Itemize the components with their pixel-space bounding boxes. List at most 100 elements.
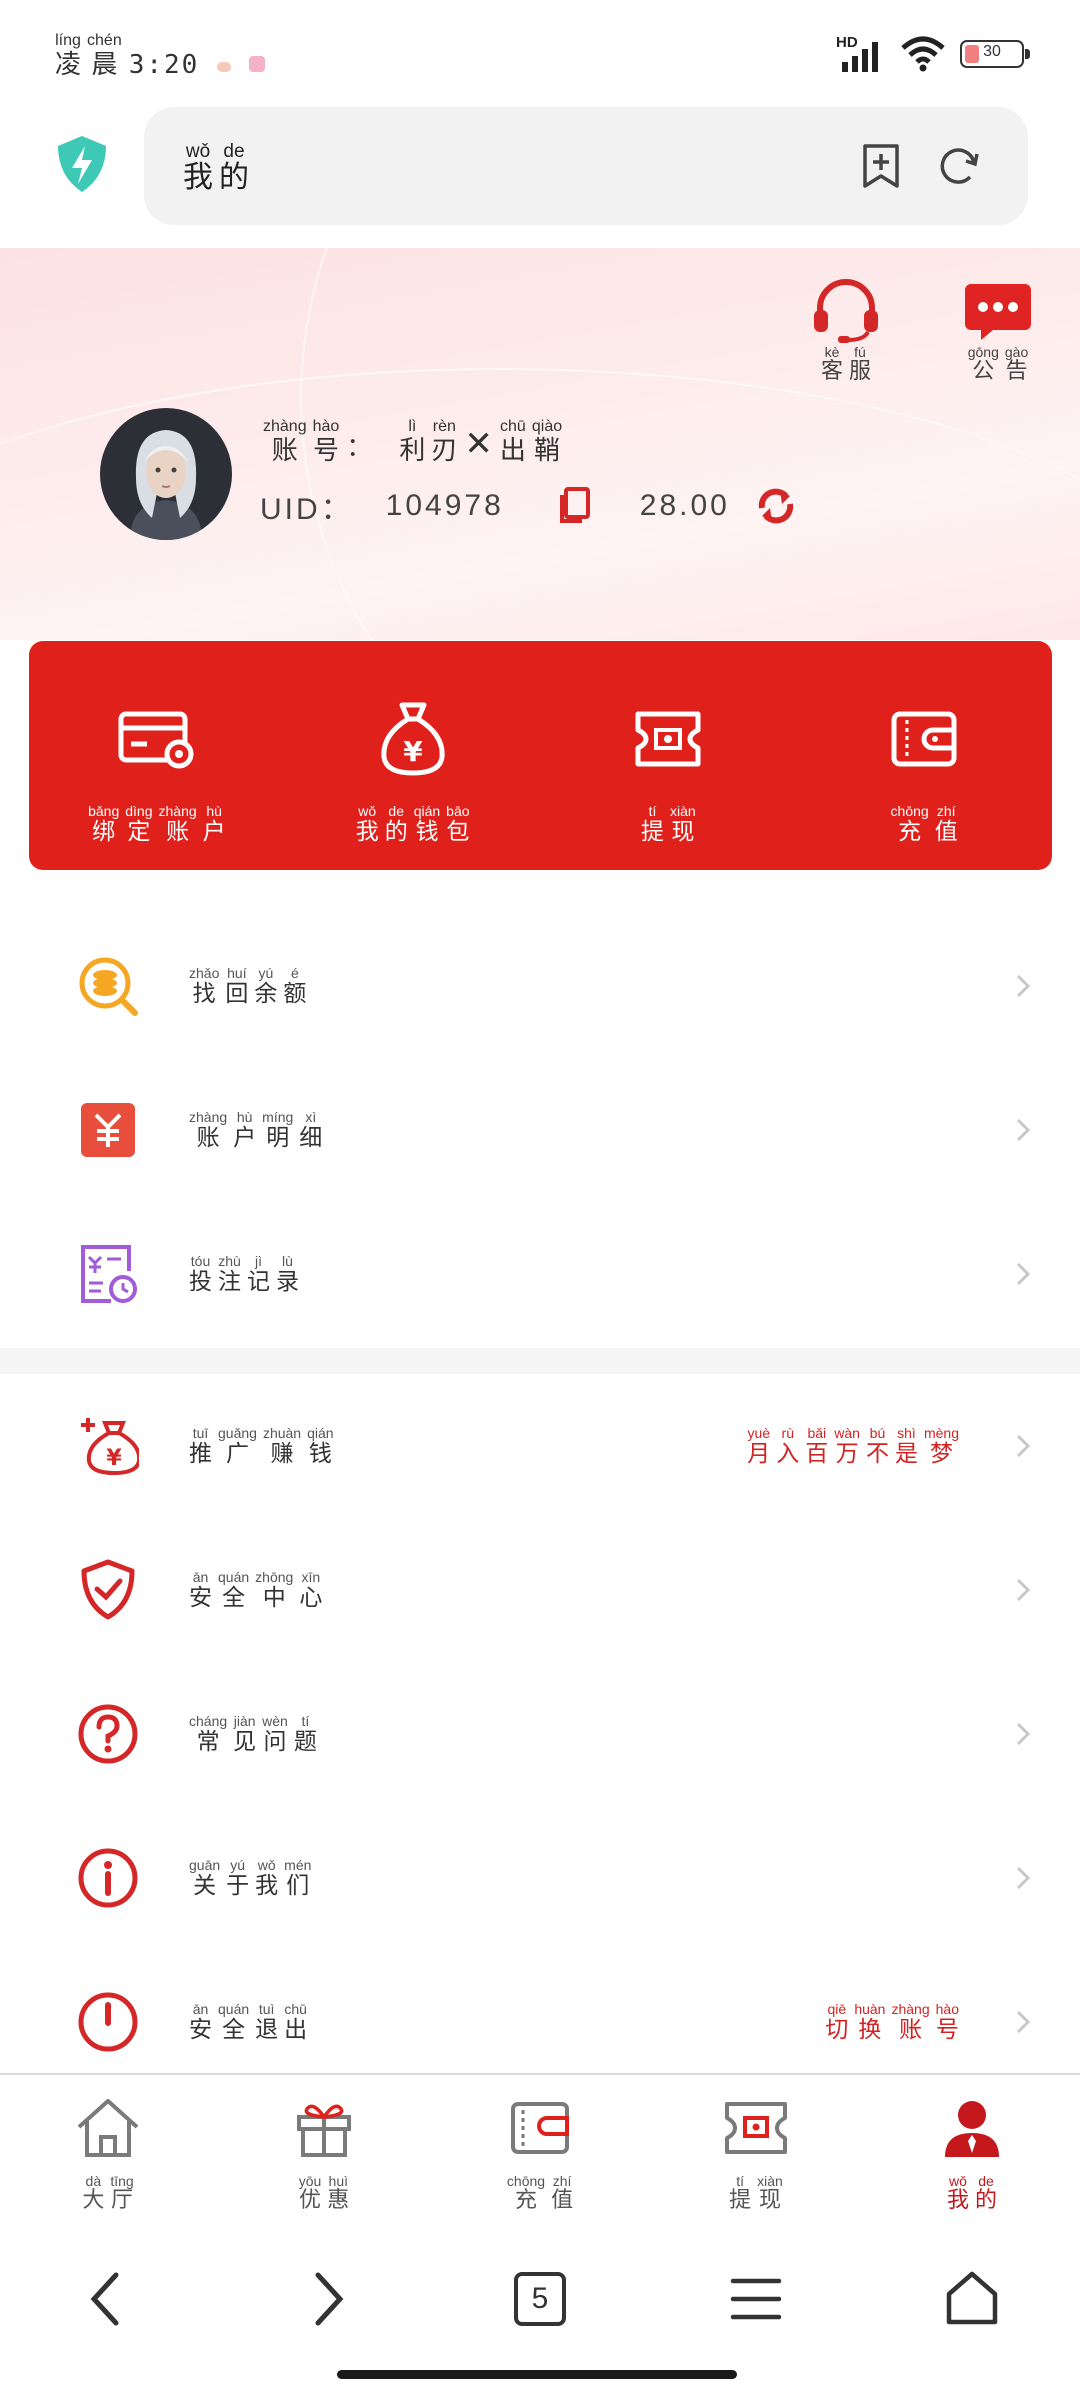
pinyin: hào: [312, 418, 340, 435]
copy-icon[interactable]: [558, 487, 592, 525]
chevron-right-icon: [1016, 1262, 1031, 1286]
ruby-char: gào 告: [1005, 344, 1028, 384]
ruby-char: fú 服: [849, 344, 871, 384]
ruby-char: zhàng 账: [263, 418, 307, 466]
ruby-char: tí 题: [294, 1713, 317, 1755]
pinyin: yú: [258, 965, 274, 981]
hanzi: 安: [189, 2017, 212, 2043]
label-text: lì 利 rèn 刃: [396, 418, 460, 466]
menu-item-account-details[interactable]: zhàng 账 hù 户 míng 明 xì 细: [0, 1058, 1080, 1202]
action-bind-account[interactable]: bǎng 绑 dìng 定 zhàng 账 hù 户: [29, 641, 285, 870]
hanzi: 切: [825, 2017, 849, 2043]
status-time: líng 凌 chén 晨 3:20: [52, 32, 266, 80]
announcement-button[interactable]: gōng 公 gào 告: [963, 278, 1033, 384]
hanzi: 于: [226, 1873, 250, 1899]
hanzi: 厅: [111, 2188, 134, 2213]
info-circle-icon: [76, 1846, 140, 1910]
shield-check-icon: [76, 1558, 140, 1622]
wallet-icon: [884, 699, 964, 779]
label-text: bǎng 绑 dìng 定 zhàng 账 hù 户: [85, 803, 229, 845]
hanzi: 的: [975, 2188, 998, 2213]
pinyin: fú: [854, 344, 866, 360]
ruby-char: huàn 换: [854, 2001, 885, 2043]
back-icon[interactable]: [74, 2267, 138, 2331]
message-bubble-icon: [965, 284, 1031, 340]
ruby-char: tí 提: [641, 803, 664, 845]
pinyin: tí: [648, 803, 657, 819]
shield-icon[interactable]: [54, 134, 110, 198]
coin-search-icon: [76, 954, 140, 1018]
hanzi: 出: [284, 2017, 308, 2043]
tab-promotions[interactable]: yōu 优 huì 惠: [216, 2075, 432, 2231]
hanzi: 利: [399, 436, 426, 466]
tab-recharge[interactable]: chōng 充 zhí 值: [432, 2075, 648, 2231]
pinyin: qián: [307, 1425, 334, 1441]
pinyin: hù: [236, 1109, 253, 1125]
hanzi: 的: [219, 160, 249, 195]
hanzi: 常: [196, 1729, 220, 1755]
hanzi: 提: [729, 2188, 752, 2213]
action-recharge[interactable]: chōng 充 zhí 值: [796, 641, 1052, 870]
forward-icon[interactable]: [296, 2267, 360, 2331]
address-bar[interactable]: wǒ 我 de 的: [144, 107, 1028, 225]
battery-icon: 30: [960, 40, 1030, 68]
action-withdraw[interactable]: tí 提 xiàn 现: [541, 641, 797, 870]
menu-item-security-center[interactable]: ān 安 quán 全 zhōng 中 xīn 心: [0, 1518, 1080, 1662]
hanzi: 优: [298, 2188, 321, 2213]
ruby-char: de 的: [385, 803, 408, 845]
pinyin: lì: [408, 418, 417, 435]
add-bookmark-icon[interactable]: [856, 141, 906, 191]
menu-item-faq[interactable]: cháng 常 jiàn 见 wèn 问 tí 题: [0, 1662, 1080, 1806]
ruby-char: mèng 梦: [924, 1425, 959, 1467]
ticket-cash-icon: [628, 699, 708, 779]
pinyin: zhàng: [263, 418, 307, 435]
ruby-char: qián 钱: [414, 803, 440, 845]
menu-item-about-us[interactable]: guān 关 yú 于 wǒ 我 mén 们: [0, 1806, 1080, 1950]
refresh-balance-icon[interactable]: [756, 486, 796, 526]
menu-icon[interactable]: [724, 2267, 788, 2331]
ruby-char: zhuàn 赚: [263, 1425, 301, 1467]
ruby-char: yú 余: [254, 965, 277, 1007]
pinyin: gōng: [967, 344, 999, 360]
tabs-button[interactable]: 5: [508, 2267, 572, 2331]
hanzi: 的: [384, 819, 408, 845]
menu-item-recover-balance[interactable]: zhǎo 找 huí 回 yú 余 é 额: [0, 914, 1080, 1058]
home-icon[interactable]: [940, 2267, 1004, 2331]
pinyin: tīng: [110, 2173, 134, 2189]
tab-lobby[interactable]: dà 大 tīng 厅: [0, 2075, 216, 2231]
hanzi: 客: [820, 359, 843, 384]
wallet-icon: [505, 2093, 575, 2163]
ruby-char: de 的: [219, 142, 249, 195]
gesture-home-bar[interactable]: [337, 2370, 737, 2379]
pinyin: chōng: [890, 803, 929, 819]
hanzi: 充: [514, 2188, 537, 2213]
pinyin: ān: [192, 1569, 209, 1585]
pinyin: é: [290, 965, 299, 981]
bottom-tab-bar: dà 大 tīng 厅 yōu 优 huì 惠 chōng 充 zhí 值 tí 提 xiàn 现 wǒ…: [0, 2073, 1080, 2231]
headset-icon: [814, 279, 878, 343]
ruby-char: huì 惠: [327, 2173, 349, 2213]
hanzi: 账: [166, 819, 190, 845]
pinyin: wǒ: [949, 2173, 967, 2189]
pinyin: qián: [413, 803, 441, 819]
hanzi: 值: [934, 819, 958, 845]
avatar[interactable]: [100, 408, 232, 540]
refresh-icon[interactable]: [934, 141, 984, 191]
hanzi: 换: [858, 2017, 882, 2043]
action-my-wallet[interactable]: ¥ wǒ 我 de 的 qián 钱 bāo 包: [285, 641, 541, 870]
pinyin: yuè: [747, 1425, 771, 1441]
menu-item-bet-records[interactable]: tóu 投 zhù 注 jì 记 lù 录: [0, 1202, 1080, 1346]
tab-withdraw[interactable]: tí 提 xiàn 现: [648, 2075, 864, 2231]
switch-account-link[interactable]: qiē 切 huàn 换 zhàng 账 hào 号: [822, 2001, 962, 2043]
customer-service-button[interactable]: kè 客 fú 服: [808, 278, 884, 384]
menu-item-promote-earn[interactable]: ¥ tuī 推 guǎng 广 zhuàn 赚 qián 钱 yuè 月 rù 入 bǎi 百 wàn 万 b…: [0, 1374, 1080, 1518]
pinyin: wàn: [834, 1425, 860, 1441]
hanzi: 回: [225, 981, 249, 1007]
tab-mine[interactable]: wǒ 我 de 的: [864, 2075, 1080, 2231]
label-text: zhàng 账 hù 户 míng 明 xì 细: [186, 1109, 325, 1151]
ruby-char: xiàn 现: [757, 2173, 783, 2213]
hanzi: 录: [276, 1269, 299, 1295]
wifi-icon: [901, 36, 945, 72]
label-text: guān 关 yú 于 wǒ 我 mén 们: [186, 1857, 314, 1899]
quick-actions-card: bǎng 绑 dìng 定 zhàng 账 hù 户 ¥ wǒ 我 de 的 qián 钱 bāo 包 tí…: [29, 641, 1052, 870]
